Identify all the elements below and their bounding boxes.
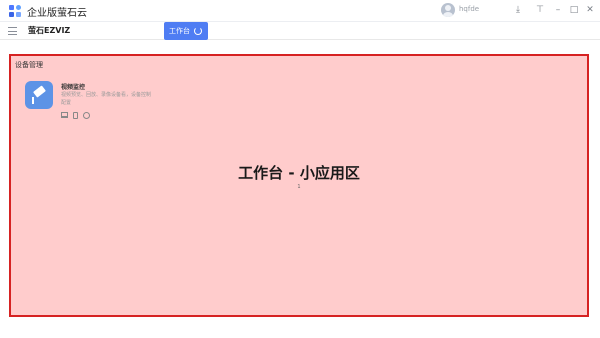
user-avatar[interactable] <box>441 3 455 17</box>
app-logo-icon <box>9 5 21 17</box>
title-bar: 企业版萤石云 hqfde ⤓ ⊤ – □ ✕ <box>0 0 600 22</box>
mini-app-zone: 设备管理 视频监控 视频预览、回放、录像设备看，设备控制配置 工作台 - 小应用… <box>9 54 589 317</box>
refresh-icon[interactable] <box>194 27 202 35</box>
menu-icon[interactable] <box>8 27 17 35</box>
content-area: 设备管理 视频监控 视频预览、回放、录像设备看，设备控制配置 工作台 - 小应用… <box>0 40 600 338</box>
app-card-video-monitoring[interactable]: 视频监控 视频预览、回放、录像设备看，设备控制配置 <box>25 81 175 127</box>
app-description: 视频预览、回放、录像设备看，设备控制配置 <box>61 92 152 106</box>
minimize-icon[interactable]: – <box>550 2 566 18</box>
zone-label: 工作台 - 小应用区 <box>238 164 360 182</box>
tab-workbench-label: 工作台 <box>169 27 190 35</box>
toolbar: 萤石EZVIZ 工作台 <box>0 22 600 40</box>
user-name[interactable]: hqfde <box>459 5 479 13</box>
download-icon[interactable]: ⤓ <box>510 2 526 18</box>
tab-workbench[interactable]: 工作台 <box>164 22 208 40</box>
camera-icon <box>25 81 53 109</box>
brand-name: 萤石EZVIZ <box>28 26 71 35</box>
app-title: 企业版萤石云 <box>27 8 87 19</box>
web-icon <box>83 112 90 119</box>
maximize-icon[interactable]: □ <box>566 2 582 18</box>
app-name: 视频监控 <box>61 84 86 91</box>
pin-icon[interactable]: ⊤ <box>532 2 548 18</box>
close-icon[interactable]: ✕ <box>582 2 598 18</box>
section-title: 设备管理 <box>15 61 43 69</box>
zone-sub-label: 1 <box>297 184 301 190</box>
desktop-icon <box>61 112 68 118</box>
mobile-icon <box>73 112 78 119</box>
